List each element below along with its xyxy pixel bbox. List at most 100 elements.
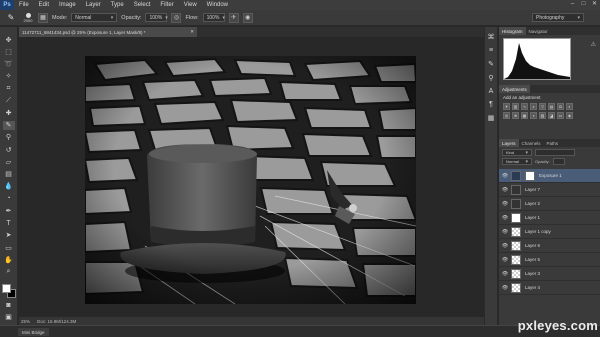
visibility-eye-icon[interactable]: 👁 xyxy=(501,257,509,263)
layer-filter-select[interactable]: Kind ▾ xyxy=(502,149,532,156)
layer-row[interactable]: 👁 Layer 1 xyxy=(499,211,600,225)
lasso-tool-icon[interactable]: ➰ xyxy=(3,59,15,68)
properties-panel-icon[interactable]: ≡ xyxy=(489,47,493,54)
tab-navigator[interactable]: Navigator xyxy=(526,27,551,35)
clone-stamp-tool-icon[interactable]: ⚲ xyxy=(3,133,15,142)
menu-type[interactable]: Type xyxy=(106,2,129,8)
mode-select[interactable]: Normal ▾ xyxy=(71,13,118,22)
selective-color-icon[interactable]: ◈ xyxy=(566,112,573,119)
brush-panel-icon[interactable]: ✎ xyxy=(488,60,494,68)
history-brush-tool-icon[interactable]: ↺ xyxy=(3,145,15,154)
layer-row[interactable]: 👁 Layer 7 xyxy=(499,183,600,197)
canvas-area[interactable] xyxy=(19,37,484,317)
eyedropper-tool-icon[interactable]: ⟋ xyxy=(3,96,15,105)
levels-icon[interactable]: ▥ xyxy=(512,103,519,110)
airbrush-icon[interactable]: ✈ xyxy=(228,12,239,23)
posterize-icon[interactable]: ▨ xyxy=(539,112,546,119)
layer-row[interactable]: 👁 Layer 2 xyxy=(499,197,600,211)
close-icon[interactable]: ✕ xyxy=(591,1,598,8)
type-tool-icon[interactable]: T xyxy=(3,219,15,228)
pen-tool-icon[interactable]: ✒ xyxy=(3,206,15,215)
brightness-contrast-icon[interactable]: ☀ xyxy=(503,103,510,110)
shape-tool-icon[interactable]: ▭ xyxy=(3,243,15,252)
eraser-tool-icon[interactable]: ▱ xyxy=(3,157,15,166)
layer-row[interactable]: 👁 Layer 6 xyxy=(499,239,600,253)
healing-brush-tool-icon[interactable]: ✚ xyxy=(3,108,15,117)
character-panel-icon[interactable]: A xyxy=(489,88,494,95)
visibility-eye-icon[interactable]: 👁 xyxy=(501,271,509,277)
menu-view[interactable]: View xyxy=(179,2,202,8)
pressure-size-icon[interactable]: ◉ xyxy=(242,12,253,23)
menu-filter[interactable]: Filter xyxy=(155,2,178,8)
layer-filter-icons[interactable] xyxy=(535,149,575,156)
menu-file[interactable]: File xyxy=(14,2,34,8)
screen-mode-icon[interactable]: ▣ xyxy=(3,313,15,322)
layer-row[interactable]: 👁 Layer 5 xyxy=(499,253,600,267)
brush-panel-toggle-icon[interactable]: ▦ xyxy=(38,12,48,23)
paragraph-panel-icon[interactable]: ¶ xyxy=(489,101,493,108)
menu-select[interactable]: Select xyxy=(129,2,156,8)
flow-input[interactable]: 100% ▾ xyxy=(202,13,225,22)
menu-window[interactable]: Window xyxy=(202,2,233,8)
gradient-tool-icon[interactable]: ▤ xyxy=(3,170,15,179)
brush-size-picker[interactable]: 2000 xyxy=(22,12,34,24)
visibility-eye-icon[interactable]: 👁 xyxy=(501,187,509,193)
clone-source-panel-icon[interactable]: ⚲ xyxy=(488,74,493,82)
tab-paths[interactable]: Paths xyxy=(544,139,562,147)
visibility-eye-icon[interactable]: 👁 xyxy=(501,243,509,249)
blur-tool-icon[interactable]: 💧 xyxy=(3,182,15,191)
visibility-eye-icon[interactable]: 👁 xyxy=(501,285,509,291)
tab-adjustments[interactable]: Adjustments xyxy=(499,85,530,93)
color-swatches[interactable] xyxy=(1,283,16,298)
visibility-eye-icon[interactable]: 👁 xyxy=(501,201,509,207)
black-white-icon[interactable]: ◐ xyxy=(566,103,573,110)
threshold-icon[interactable]: ◪ xyxy=(548,112,555,119)
tab-layers[interactable]: Layers xyxy=(499,139,519,147)
minimize-icon[interactable]: – xyxy=(569,1,576,8)
document-tab[interactable]: 11472711_6841434.psd @ 25% (Exposure 1, … xyxy=(19,27,197,37)
opacity-input[interactable]: 100% ▾ xyxy=(145,13,168,22)
crop-tool-icon[interactable]: ⌗ xyxy=(3,84,15,93)
gradient-map-icon[interactable]: ▭ xyxy=(557,112,564,119)
layer-opacity-input[interactable] xyxy=(552,158,565,165)
tab-histogram[interactable]: Histogram xyxy=(499,27,526,35)
close-tab-icon[interactable]: ✕ xyxy=(190,29,194,35)
exposure-icon[interactable]: ± xyxy=(530,103,537,110)
blend-mode-select[interactable]: Normal ▾ xyxy=(502,158,532,165)
visibility-eye-icon[interactable]: 👁 xyxy=(501,229,509,235)
swatches-panel-icon[interactable]: ▦ xyxy=(488,114,495,122)
hand-tool-icon[interactable]: ✋ xyxy=(3,255,15,264)
menu-edit[interactable]: Edit xyxy=(34,2,54,8)
menu-layer[interactable]: Layer xyxy=(81,2,106,8)
vibrance-icon[interactable]: ▽ xyxy=(539,103,546,110)
layer-row[interactable]: 👁 Layer 4 xyxy=(499,281,600,295)
layer-row[interactable]: 👁 Layer 1 copy xyxy=(499,225,600,239)
color-balance-icon[interactable]: ⚖ xyxy=(557,103,564,110)
photo-filter-icon[interactable]: ◎ xyxy=(503,112,510,119)
layer-row[interactable]: 👁 Layer 3 xyxy=(499,267,600,281)
dodge-tool-icon[interactable]: ◔ xyxy=(3,194,15,203)
zoom-tool-icon[interactable]: ⌕ xyxy=(3,267,15,276)
marquee-tool-icon[interactable]: ⬚ xyxy=(3,47,15,56)
brush-tool-icon[interactable]: ✎ xyxy=(2,120,15,130)
workspace-select[interactable]: Photography ▾ xyxy=(532,13,584,22)
tab-channels[interactable]: Channels xyxy=(519,139,544,147)
visibility-eye-icon[interactable]: 👁 xyxy=(501,173,509,179)
menu-image[interactable]: Image xyxy=(54,2,81,8)
foreground-color-swatch[interactable] xyxy=(1,283,11,293)
histogram-warning-icon[interactable]: ⚠ xyxy=(591,41,596,48)
zoom-level[interactable]: 25% xyxy=(21,319,37,324)
layer-row[interactable]: 👁 Exposure 1 xyxy=(499,169,600,183)
color-lookup-icon[interactable]: ▦ xyxy=(521,112,528,119)
move-tool-icon[interactable]: ✥ xyxy=(3,35,15,44)
brush-tool-preset-icon[interactable]: ✎ xyxy=(4,12,18,24)
visibility-eye-icon[interactable]: 👁 xyxy=(501,215,509,221)
mini-bridge-tab[interactable]: Mini Bridge xyxy=(18,328,49,336)
pressure-opacity-icon[interactable]: ◎ xyxy=(171,12,182,23)
invert-icon[interactable]: ◑ xyxy=(530,112,537,119)
layer-mask-thumbnail[interactable] xyxy=(525,170,535,181)
path-select-tool-icon[interactable]: ➤ xyxy=(3,231,15,240)
quick-mask-icon[interactable]: ◙ xyxy=(3,301,15,310)
channel-mixer-icon[interactable]: ⊕ xyxy=(512,112,519,119)
curves-icon[interactable]: ∿ xyxy=(521,103,528,110)
